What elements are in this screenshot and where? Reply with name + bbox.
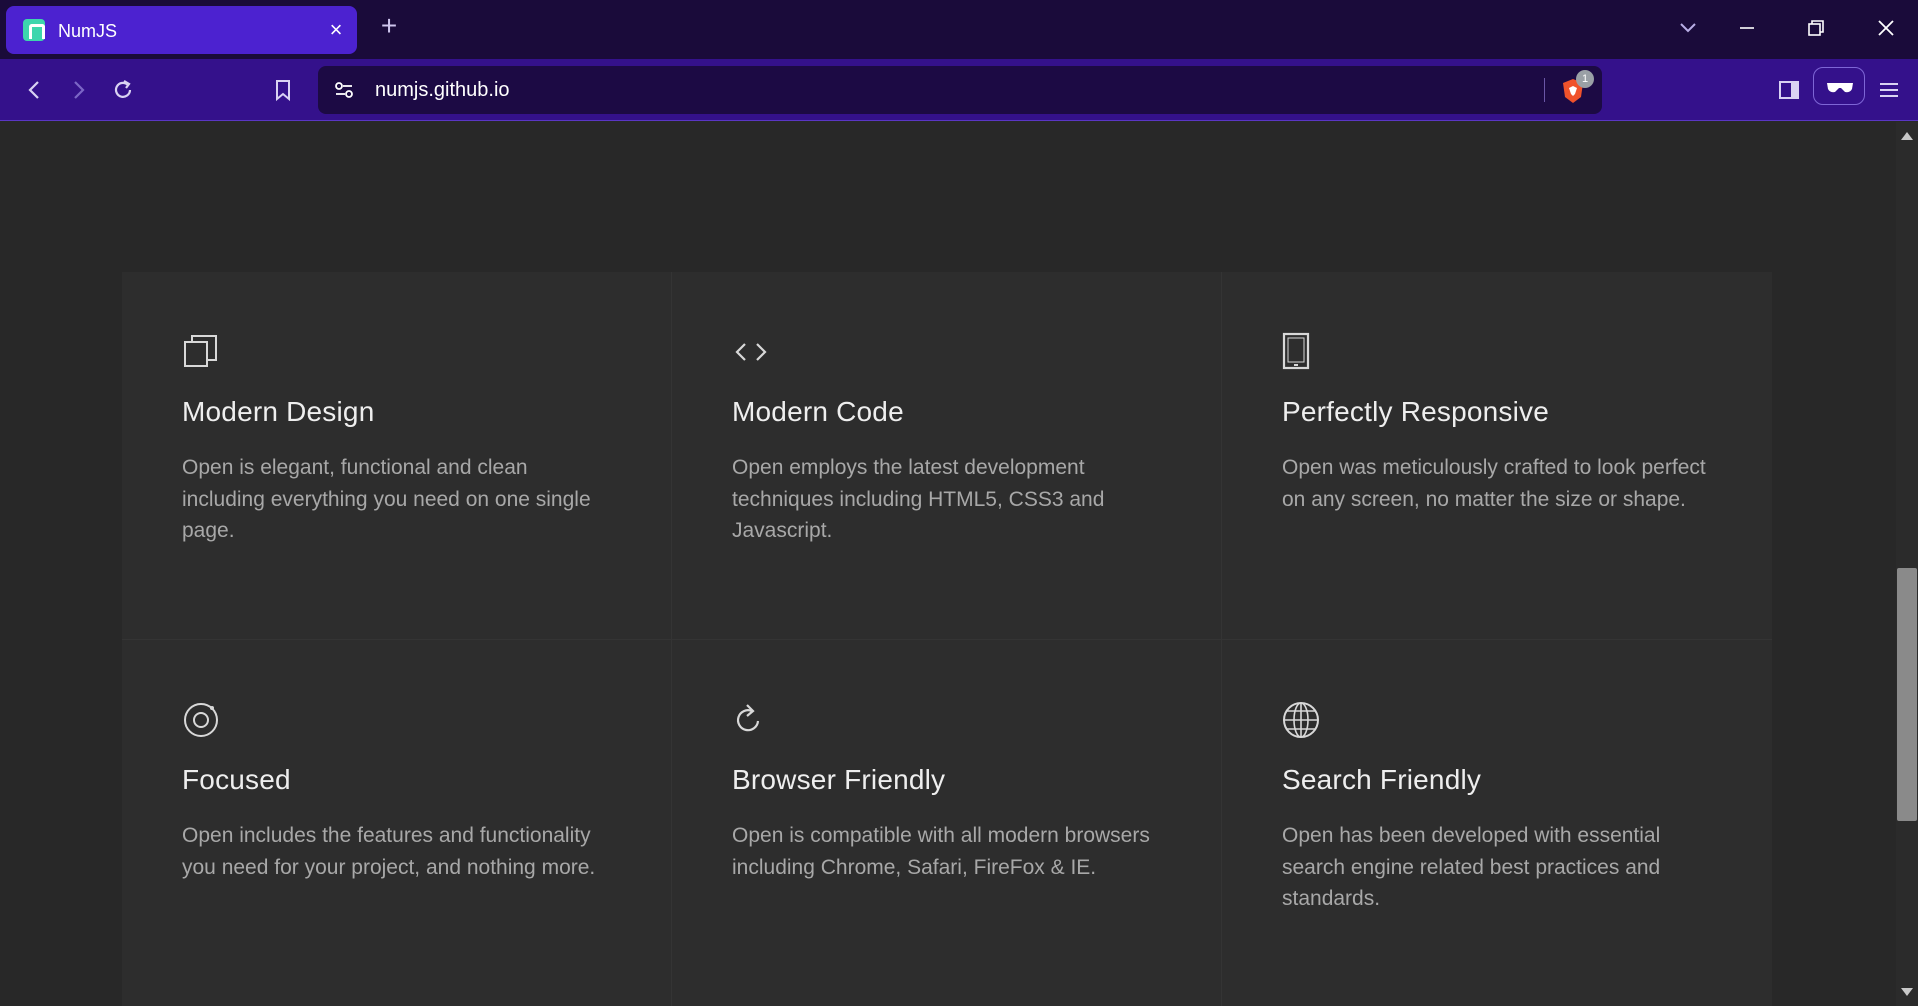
feature-card: Focused Open includes the features and f… (122, 640, 672, 1006)
new-tab-button[interactable]: + (376, 12, 402, 40)
feature-description: Open is elegant, functional and clean in… (182, 456, 591, 542)
numjs-favicon-icon (23, 19, 45, 41)
feature-title: Search Friendly (1282, 764, 1482, 795)
forward-button[interactable] (63, 75, 93, 105)
reload-button[interactable] (108, 75, 138, 105)
feature-title: Modern Design (182, 396, 375, 427)
feature-card: Perfectly Responsive Open was meticulous… (1222, 272, 1772, 640)
code-icon (732, 332, 770, 370)
feature-description: Open employs the latest development tech… (732, 456, 1105, 542)
browser-toolbar: numjs.github.io 1 (0, 59, 1918, 121)
back-button[interactable] (20, 75, 50, 105)
feature-title: Focused (182, 764, 291, 795)
url-text: numjs.github.io (375, 79, 510, 101)
feature-card: Search Friendly Open has been developed … (1222, 640, 1772, 1006)
globe-icon (1282, 700, 1320, 738)
scroll-down-arrow-icon[interactable] (1901, 988, 1913, 996)
shield-count-badge: 1 (1576, 70, 1594, 88)
minimize-button[interactable] (1733, 14, 1761, 42)
tab-numjs[interactable]: NumJS × (6, 6, 357, 54)
feature-description: Open was meticulously crafted to look pe… (1282, 456, 1706, 511)
restore-button[interactable] (1802, 14, 1830, 42)
tab-title: NumJS (58, 21, 118, 41)
page-scrollbar[interactable] (1896, 122, 1918, 1006)
feature-description: Open has been developed with essential s… (1282, 824, 1661, 910)
tablet-icon (1282, 332, 1320, 370)
refresh-icon (732, 700, 770, 738)
wallet-button[interactable] (1813, 67, 1865, 105)
feature-title: Modern Code (732, 396, 904, 427)
scroll-up-arrow-icon[interactable] (1901, 132, 1913, 140)
features-grid: Modern Design Open is elegant, functiona… (122, 272, 1772, 1006)
feature-description: Open is compatible with all modern brows… (732, 824, 1150, 879)
tab-search-chevron-down-icon[interactable] (1674, 14, 1702, 42)
page-viewport: Modern Design Open is elegant, functiona… (0, 122, 1896, 1006)
bookmark-button[interactable] (268, 75, 298, 105)
glasses-icon (1827, 83, 1853, 93)
feature-description: Open includes the features and functiona… (182, 824, 596, 879)
scrollbar-thumb[interactable] (1897, 568, 1917, 821)
address-bar[interactable]: numjs.github.io 1 (318, 66, 1602, 114)
feature-card: Modern Code Open employs the latest deve… (672, 272, 1222, 640)
menu-icon[interactable] (1874, 75, 1904, 105)
tab-close-button[interactable]: × (325, 19, 347, 41)
feature-card: Browser Friendly Open is compatible with… (672, 640, 1222, 1006)
site-settings-icon[interactable] (332, 78, 356, 102)
tab-strip: NumJS × + (0, 0, 1918, 59)
copy-icon (182, 332, 220, 370)
target-icon (182, 700, 220, 738)
feature-title: Browser Friendly (732, 764, 946, 795)
feature-card: Modern Design Open is elegant, functiona… (122, 272, 672, 640)
sidebar-toggle-icon[interactable] (1774, 75, 1804, 105)
feature-title: Perfectly Responsive (1282, 396, 1550, 427)
address-bar-divider (1544, 78, 1545, 102)
close-window-button[interactable] (1872, 14, 1900, 42)
